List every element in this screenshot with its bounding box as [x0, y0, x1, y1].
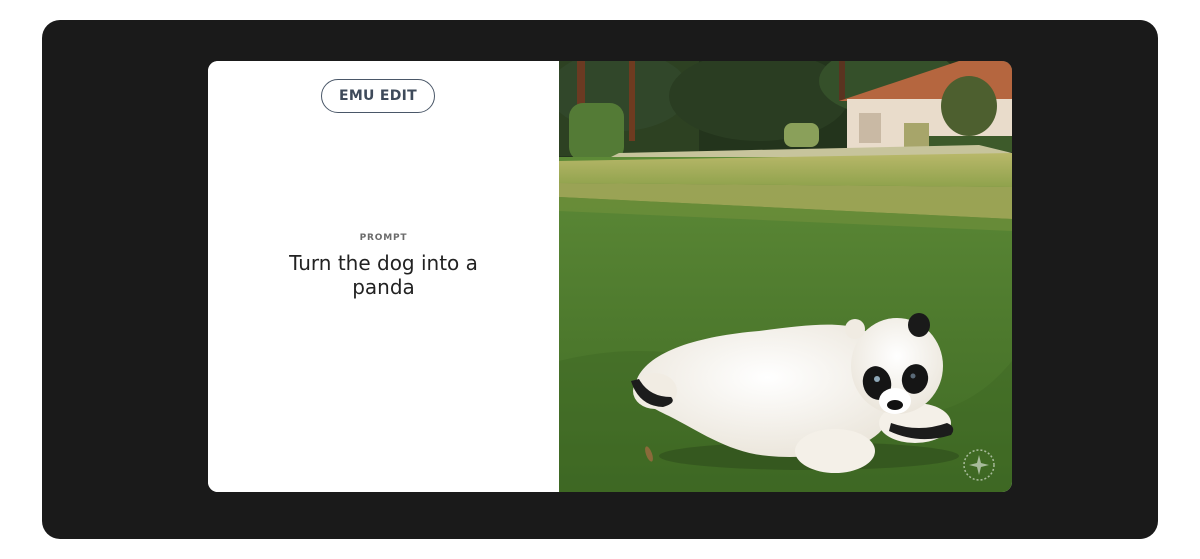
sparkle-icon	[963, 449, 995, 481]
edited-image	[559, 61, 1012, 492]
demo-card: EMU EDIT PROMPT Turn the dog into a pand…	[208, 61, 1012, 492]
emu-edit-badge: EMU EDIT	[321, 79, 435, 113]
panda-scene	[559, 61, 1012, 492]
prompt-block: PROMPT Turn the dog into a panda	[208, 233, 559, 299]
prompt-text: Turn the dog into a panda	[289, 251, 478, 299]
prompt-panel: EMU EDIT PROMPT Turn the dog into a pand…	[208, 61, 559, 492]
prompt-label: PROMPT	[359, 233, 408, 243]
